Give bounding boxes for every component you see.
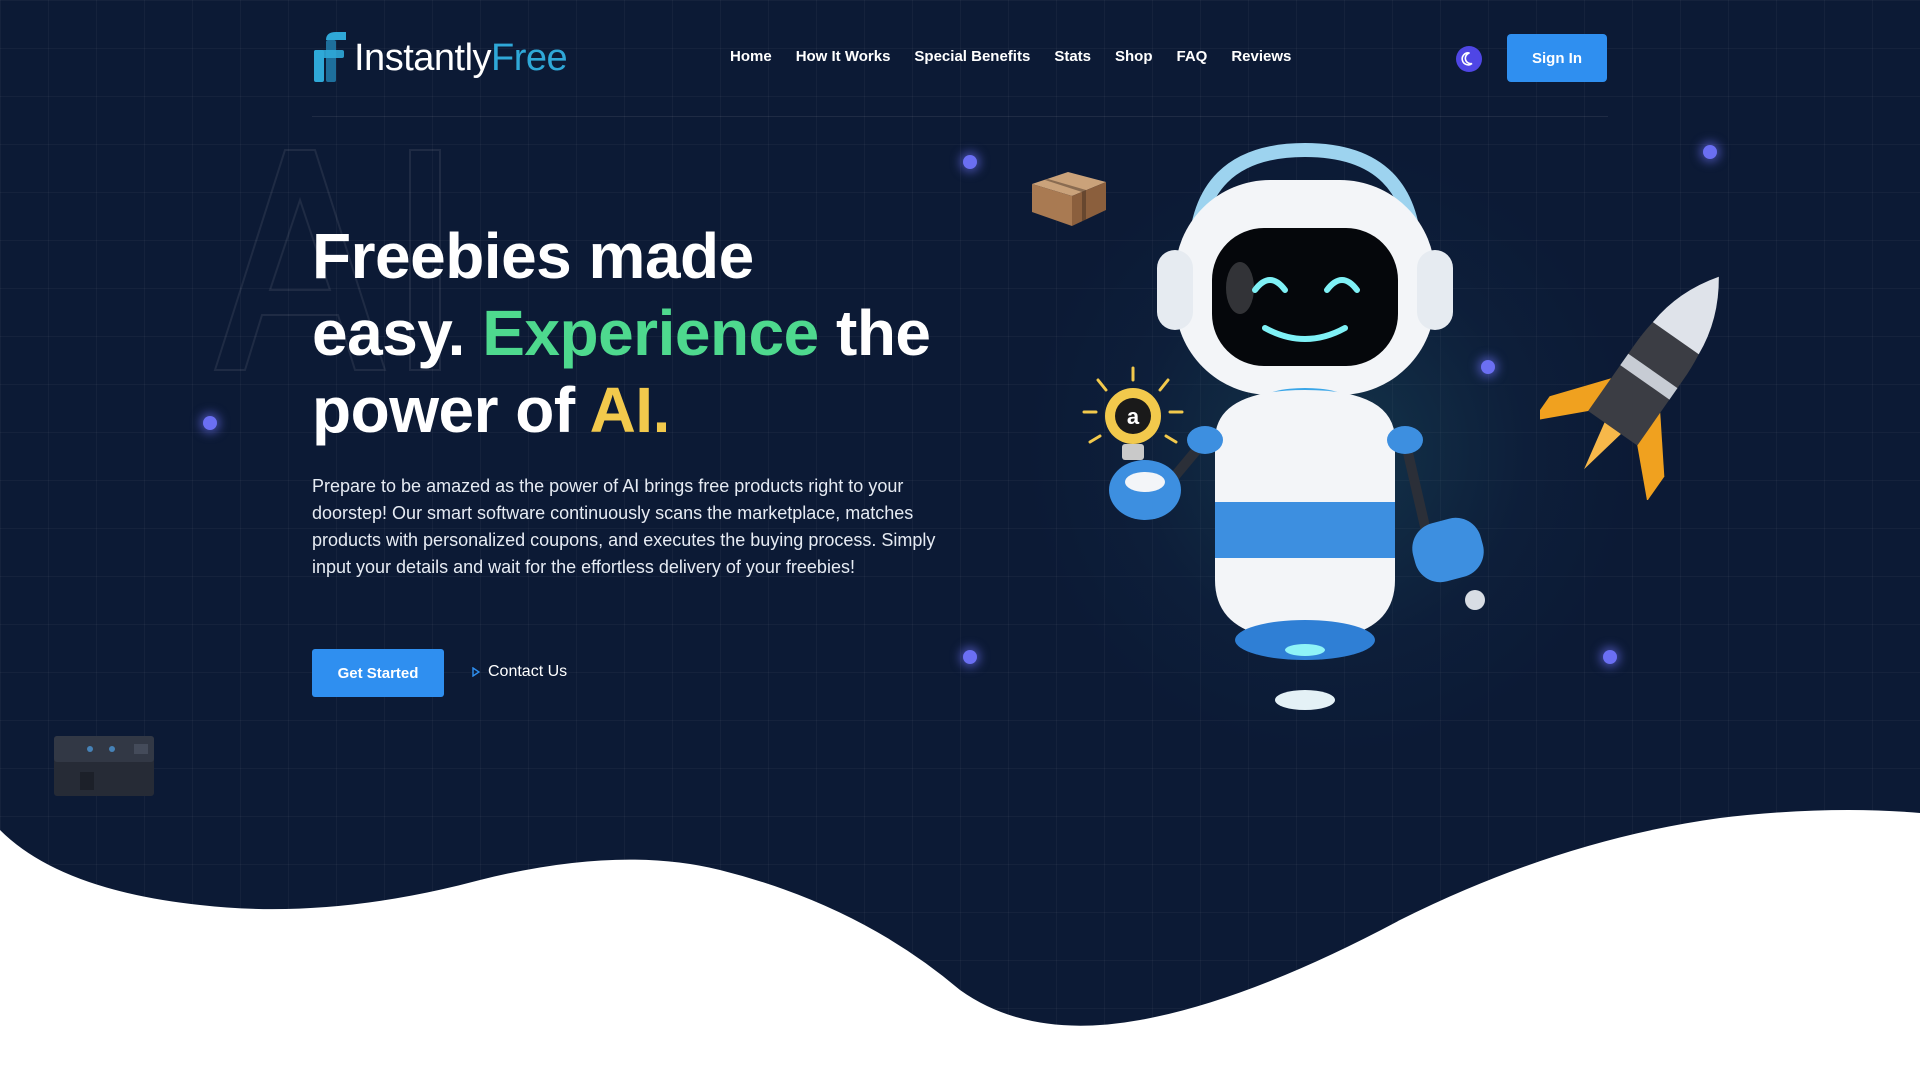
hero-wave-divider	[0, 809, 1920, 1080]
